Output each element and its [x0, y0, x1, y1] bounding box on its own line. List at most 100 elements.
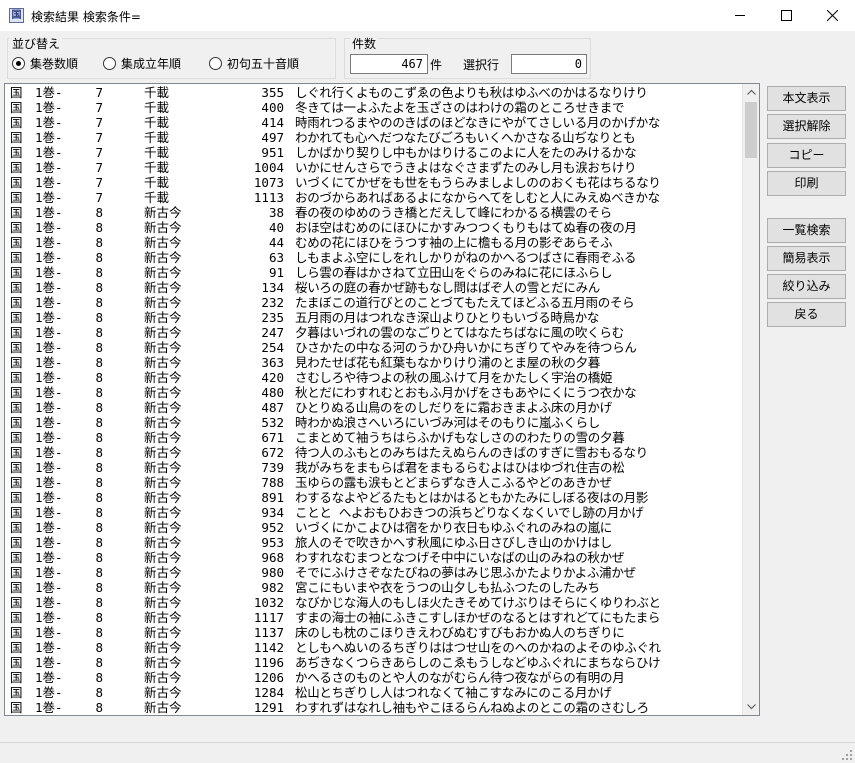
- row-poem-text: いづくにかこよひは宿をかり衣日もゆふぐれのみねの嵐に: [295, 520, 612, 535]
- row-volume-number: 8: [95, 265, 103, 280]
- row-poem-number: 1196: [253, 655, 284, 670]
- row-volume: 1巻-: [35, 100, 63, 115]
- result-row[interactable]: 国 1巻- 8 新古今 63 しもまよふ空にしをれしかりがねのかへるつばさに春雨ぞふる: [5, 250, 743, 265]
- result-row[interactable]: 国 1巻- 8 新古今 44 むめの花にほひをうつす袖の上に檐もる月の影ぞあらそふ: [5, 235, 743, 250]
- result-row[interactable]: 国 1巻- 8 新古今 671 こまとめて袖うちはらふかげもなしさののわたりの雪の夕暮: [5, 430, 743, 445]
- scroll-down-button[interactable]: [743, 698, 759, 715]
- row-volume-number: 8: [95, 415, 103, 430]
- maximize-icon: [780, 10, 792, 21]
- back-button[interactable]: 戻る: [767, 302, 846, 327]
- copy-button[interactable]: コピー: [767, 143, 846, 168]
- row-poem-number: 420: [261, 370, 284, 385]
- result-row[interactable]: 国 1巻- 7 千載 497 わかれても心へだつなたびごろもいくへかさなる山ぢなりとも: [5, 130, 743, 145]
- result-row[interactable]: 国 1巻- 8 新古今 1284 松山とちぎりし人はつれなくて袖こすなみにのこる月かげ: [5, 685, 743, 700]
- row-poem-number: 414: [261, 115, 284, 130]
- row-poem-number: 40: [268, 220, 284, 235]
- result-row[interactable]: 国 1巻- 8 新古今 1196 あぢきなくつらきあらしのこゑもうしなどゆふぐれにまちなら…: [5, 655, 743, 670]
- row-volume: 1巻-: [35, 130, 63, 145]
- result-row[interactable]: 国 1巻- 8 新古今 739 我がみちをまもらば君をまもるらむよはひはゆづれ住吉の松: [5, 460, 743, 475]
- result-row[interactable]: 国 1巻- 8 新古今 968 わすれなむまつとなつげそ中中にいなばの山のみねの秋かぜ: [5, 550, 743, 565]
- row-volume-number: 7: [95, 175, 103, 190]
- result-row[interactable]: 国 1巻- 8 新古今 980 そでにふけさぞなたびねの夢はみじ思ふかたよりかよふ浦かぜ: [5, 565, 743, 580]
- result-row[interactable]: 国 1巻- 8 新古今 420 さむしろや待つよの秋の風ふけて月をかたしく宇治の橋姫: [5, 370, 743, 385]
- row-volume: 1巻-: [35, 280, 63, 295]
- result-row[interactable]: 国 1巻- 7 千載 400 冬きては一よふたよを玉ざさのはわけの霜のところせきまで: [5, 100, 743, 115]
- result-row[interactable]: 国 1巻- 8 新古今 532 時わかぬ浪さへいろにいづみ河はそのもりに嵐ふくらし: [5, 415, 743, 430]
- list-search-button[interactable]: 一覧検索: [767, 218, 846, 243]
- row-poem-number: 1004: [253, 160, 284, 175]
- vertical-scrollbar[interactable]: [742, 84, 759, 715]
- minimize-button[interactable]: [717, 0, 763, 31]
- result-row[interactable]: 国 1巻- 8 新古今 91 しら雲の春はかさねて立田山をぐらのみねに花にほふらし: [5, 265, 743, 280]
- radio-selected-icon: [12, 56, 25, 70]
- sort-radio-volume[interactable]: 集巻数順: [12, 55, 78, 71]
- result-row[interactable]: 国 1巻- 8 新古今 953 旅人のそで吹きかへす秋風にゆふ日さびしき山のかけはし: [5, 535, 743, 550]
- maximize-button[interactable]: [763, 0, 809, 31]
- clear-selection-button[interactable]: 選択解除: [767, 114, 846, 139]
- row-anthology: 新古今: [144, 310, 182, 325]
- row-anthology: 新古今: [144, 490, 182, 505]
- row-category: 国: [10, 340, 23, 355]
- row-category: 国: [10, 685, 23, 700]
- result-row[interactable]: 国 1巻- 8 新古今 487 ひとりぬる山鳥のをのしだりをに霜おきまよふ床の月かげ: [5, 400, 743, 415]
- narrow-down-button[interactable]: 絞り込み: [767, 274, 846, 299]
- result-row[interactable]: 国 1巻- 8 新古今 1142 としもへぬいのるちぎりははつせ山をのへのかねのよそのゆふ…: [5, 640, 743, 655]
- result-row[interactable]: 国 1巻- 8 新古今 40 おほ空はむめのにほひにかすみつつくもりもはてぬ春の夜の月: [5, 220, 743, 235]
- row-category: 国: [10, 445, 23, 460]
- result-row[interactable]: 国 1巻- 8 新古今 254 ひさかたの中なる河のうかひ舟いかにちぎりてやみを待つらん: [5, 340, 743, 355]
- row-volume: 1巻-: [35, 145, 63, 160]
- row-anthology: 新古今: [144, 445, 182, 460]
- results-list[interactable]: 国 1巻- 7 千載 355 しぐれ行くよものこずゑの色よりも秋はゆふべのかはるなりけり国…: [4, 83, 760, 716]
- show-text-button[interactable]: 本文表示: [767, 86, 846, 111]
- result-row[interactable]: 国 1巻- 8 新古今 38 春の夜のゆめのうき橋とだえして峰にわかるる横雲のそら: [5, 205, 743, 220]
- result-row[interactable]: 国 1巻- 8 新古今 232 たまぼこの道行びとのことづてもたえてほどふる五月雨のそら: [5, 295, 743, 310]
- simple-view-button[interactable]: 簡易表示: [767, 246, 846, 271]
- result-row[interactable]: 国 1巻- 7 千載 1073 いづくにてかぜをも世をもうらみましよしののおくも花はちるな…: [5, 175, 743, 190]
- result-row[interactable]: 国 1巻- 8 新古今 134 桜いろの庭の春かぜ跡もなし問はばぞ人の雪とだにみん: [5, 280, 743, 295]
- result-row[interactable]: 国 1巻- 8 新古今 1206 かへるさのものとや人のながむらん待つ夜ながらの有明の月: [5, 670, 743, 685]
- row-poem-text: 秋とだにわすれむとおもふ月かげをさもあやにくにうつ衣かな: [295, 385, 637, 400]
- result-row[interactable]: 国 1巻- 8 新古今 480 秋とだにわすれむとおもふ月かげをさもあやにくにうつ衣かな: [5, 385, 743, 400]
- row-category: 国: [10, 400, 23, 415]
- result-row[interactable]: 国 1巻- 8 新古今 934 ことと へよおもひおきつの浜ちどりなくなくいでし跡の月かげ: [5, 505, 743, 520]
- row-volume-number: 8: [95, 580, 103, 595]
- sort-radio-volume-label: 集巻数順: [30, 56, 79, 71]
- row-volume-number: 8: [95, 280, 103, 295]
- result-row[interactable]: 国 1巻- 8 新古今 1291 わすれずはなれし袖もやこほるらんねぬよのとこの霜のさむし…: [5, 700, 743, 715]
- result-row[interactable]: 国 1巻- 7 千載 355 しぐれ行くよものこずゑの色よりも秋はゆふべのかはるなりけり: [5, 85, 743, 100]
- row-volume: 1巻-: [35, 235, 63, 250]
- row-poem-text: わすれなむまつとなつげそ中中にいなばの山のみねの秋かぜ: [295, 550, 625, 565]
- row-poem-number: 247: [261, 325, 284, 340]
- scroll-thumb[interactable]: [745, 102, 757, 158]
- row-poem-number: 1284: [253, 685, 284, 700]
- result-row[interactable]: 国 1巻- 8 新古今 363 見わたせば花も紅葉もなかりけり浦のとま屋の秋の夕暮: [5, 355, 743, 370]
- result-row[interactable]: 国 1巻- 7 千載 1004 いかにせんさらでうきよはなぐさまずたのみし月も涙おちけり: [5, 160, 743, 175]
- row-poem-text: わかれても心へだつなたびごろもいくへかさなる山ぢなりとも: [295, 130, 636, 145]
- sort-radio-gojuon[interactable]: 初句五十音順: [209, 55, 299, 71]
- print-button[interactable]: 印刷: [767, 171, 846, 196]
- close-icon: [826, 9, 838, 22]
- row-volume-number: 7: [95, 145, 103, 160]
- result-row[interactable]: 国 1巻- 8 新古今 788 玉ゆらの露も涙もとどまらずなき人こふるやどのあきかぜ: [5, 475, 743, 490]
- result-row[interactable]: 国 1巻- 8 新古今 982 宮こにもいまや衣をうつの山夕しも払ふつたのしたみち: [5, 580, 743, 595]
- scroll-up-button[interactable]: [743, 84, 759, 101]
- result-row[interactable]: 国 1巻- 8 新古今 952 いづくにかこよひは宿をかり衣日もゆふぐれのみねの嵐に: [5, 520, 743, 535]
- sort-radio-year[interactable]: 集成立年順: [103, 55, 181, 71]
- row-anthology: 千載: [144, 160, 170, 175]
- result-row[interactable]: 国 1巻- 8 新古今 235 五月雨の月はつれなき深山よりひとりもいづる時鳥かな: [5, 310, 743, 325]
- row-volume-number: 8: [95, 640, 103, 655]
- selected-rows-label: 選択行: [463, 58, 500, 72]
- result-row[interactable]: 国 1巻- 7 千載 1113 おのづからあればあるよになからへてをしむと人にみえぬべきか…: [5, 190, 743, 205]
- result-row[interactable]: 国 1巻- 7 千載 414 時雨れつるまやののきばのほどなきにやがてさしいる月のかげかな: [5, 115, 743, 130]
- result-row[interactable]: 国 1巻- 8 新古今 891 わするなよやどるたもとはかはるともかたみにしぼる夜はの月影: [5, 490, 743, 505]
- result-row[interactable]: 国 1巻- 8 新古今 1137 床のしも枕のこほりきえわびぬむすびもおかぬ人のちぎりに: [5, 625, 743, 640]
- close-button[interactable]: [809, 0, 855, 31]
- result-row[interactable]: 国 1巻- 8 新古今 1032 なびかじな海人のもしほ火たきそめてけぶりはそらにくゆりわ…: [5, 595, 743, 610]
- row-poem-number: 1291: [253, 700, 284, 715]
- row-poem-number: 952: [261, 520, 284, 535]
- result-row[interactable]: 国 1巻- 7 千載 951 しかばかり契りし中もかはりけるこのよに人をたのみけるかな: [5, 145, 743, 160]
- row-anthology: 新古今: [144, 205, 182, 220]
- result-row[interactable]: 国 1巻- 8 新古今 1117 すまの海士の袖にふきこすしほかぜのなるとはすれどてにもた…: [5, 610, 743, 625]
- result-row[interactable]: 国 1巻- 8 新古今 672 待つ人のふもとのみちはたえぬらんのきばのすぎに雪おもるなり: [5, 445, 743, 460]
- result-row[interactable]: 国 1巻- 8 新古今 247 夕暮はいづれの雲のなごりとてはなたちばなに風の吹くらむ: [5, 325, 743, 340]
